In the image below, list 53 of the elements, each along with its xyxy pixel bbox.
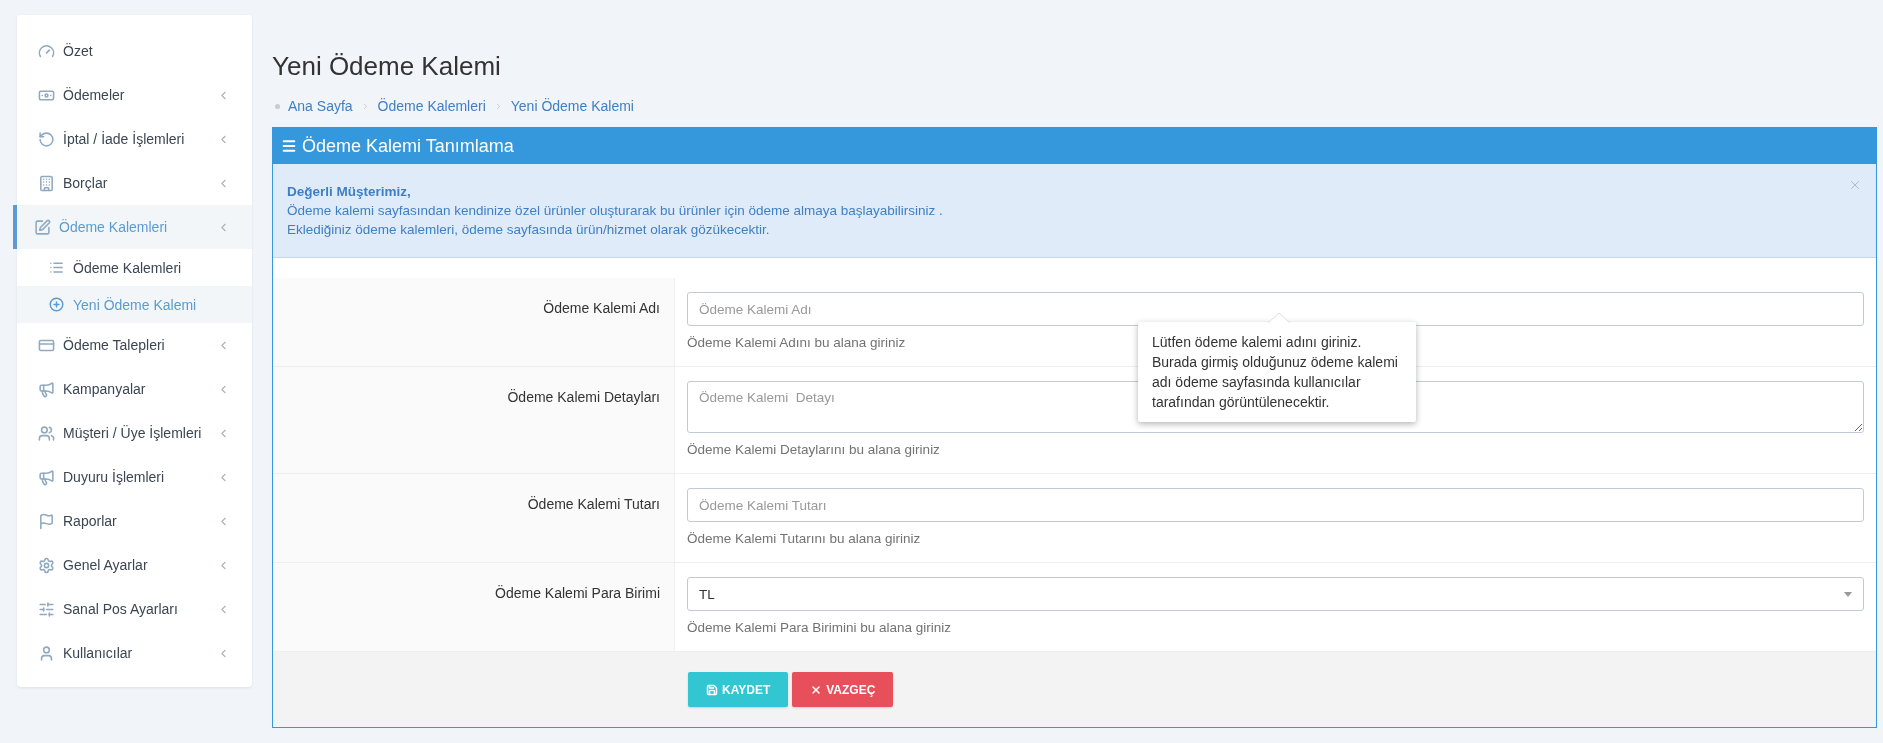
breadcrumb-link[interactable]: Yeni Ödeme Kalemi — [510, 98, 634, 114]
select-field[interactable]: TL — [687, 577, 1864, 611]
alert-text: Ödeme kalemi sayfasından kendinize özel ürünler oluşturarak bu ürünler için ödeme almaya başlayabilirsiniz . — [287, 202, 943, 220]
undo-icon — [38, 130, 55, 148]
menu-icon — [281, 138, 297, 154]
sidebar-item[interactable]: Borçlar — [17, 161, 252, 205]
field-label: Ödeme Kalemi Para Birimi — [273, 563, 675, 651]
breadcrumb-link[interactable]: Ana Sayfa — [288, 98, 353, 114]
submenu-item[interactable]: Ödeme Kalemleri — [17, 249, 252, 286]
text-input[interactable]: Ödeme Kalemi Tutarı — [687, 488, 1864, 522]
help-text: Ödeme Kalemi Tutarını bu alana giriniz — [687, 530, 921, 548]
plus-circle-icon — [49, 297, 64, 312]
breadcrumb-link[interactable]: Ödeme Kalemleri — [377, 98, 486, 114]
sidebar-item[interactable]: Genel Ayarlar — [17, 543, 252, 587]
list-icon — [49, 260, 64, 275]
megaphone-icon — [38, 468, 55, 486]
megaphone-icon — [38, 380, 55, 398]
sidebar-item[interactable]: Ödemeler — [17, 73, 252, 117]
close-icon — [810, 683, 823, 696]
sidebar-item[interactable]: Ödeme Talepleri — [17, 323, 252, 367]
page-title: Yeni Ödeme Kalemi — [272, 51, 502, 82]
save-icon — [706, 683, 718, 696]
sliders-icon — [38, 600, 55, 618]
sidebar-item[interactable]: İptal / İade İşlemleri — [17, 117, 252, 161]
cancel-button[interactable]: VAZGEÇ — [792, 672, 894, 707]
field-label: Ödeme Kalemi Adı — [273, 278, 675, 366]
close-icon — [1848, 178, 1862, 192]
sidebar-item[interactable]: Duyuru İşlemleri — [17, 455, 252, 499]
help-text: Ödeme Kalemi Adını bu alana giriniz — [687, 334, 906, 352]
field-label: Ödeme Kalemi Tutarı — [273, 474, 675, 562]
edit-icon — [34, 218, 51, 236]
sidebar-item[interactable]: Müşteri / Üye İşlemleri — [17, 411, 252, 455]
settings-icon — [38, 556, 55, 574]
building-icon — [38, 174, 55, 192]
sidebar-item[interactable]: Özet — [17, 29, 252, 73]
flag-icon — [38, 512, 55, 530]
sidebar-item[interactable]: Kampanyalar — [17, 367, 252, 411]
sidebar-item[interactable]: Kullanıcılar — [17, 631, 252, 675]
gauge-icon — [38, 42, 55, 60]
help-text: Ödeme Kalemi Detaylarını bu alana giriniz — [687, 441, 940, 459]
users-icon — [38, 424, 55, 442]
tooltip-arrow-icon — [1268, 313, 1290, 323]
caret-icon — [1844, 591, 1852, 597]
user-icon — [38, 644, 55, 662]
alert-title: Değerli Müşterimiz, — [287, 183, 411, 201]
alert-text: Eklediğiniz ödeme kalemleri, ödeme sayfasında ürün/hizmet olarak gözükecektir. — [287, 221, 770, 239]
sidebar-item[interactable]: Sanal Pos Ayarları — [17, 587, 252, 631]
panel-title: Ödeme Kalemi Tanımlama — [302, 135, 514, 157]
help-text: Ödeme Kalemi Para Birimini bu alana giriniz — [687, 619, 952, 637]
bullet-icon — [275, 103, 280, 109]
text-input[interactable]: Ödeme Kalemi Adı — [687, 292, 1864, 326]
sidebar-item[interactable]: Raporlar — [17, 499, 252, 543]
field-label: Ödeme Kalemi Detayları — [273, 367, 675, 473]
